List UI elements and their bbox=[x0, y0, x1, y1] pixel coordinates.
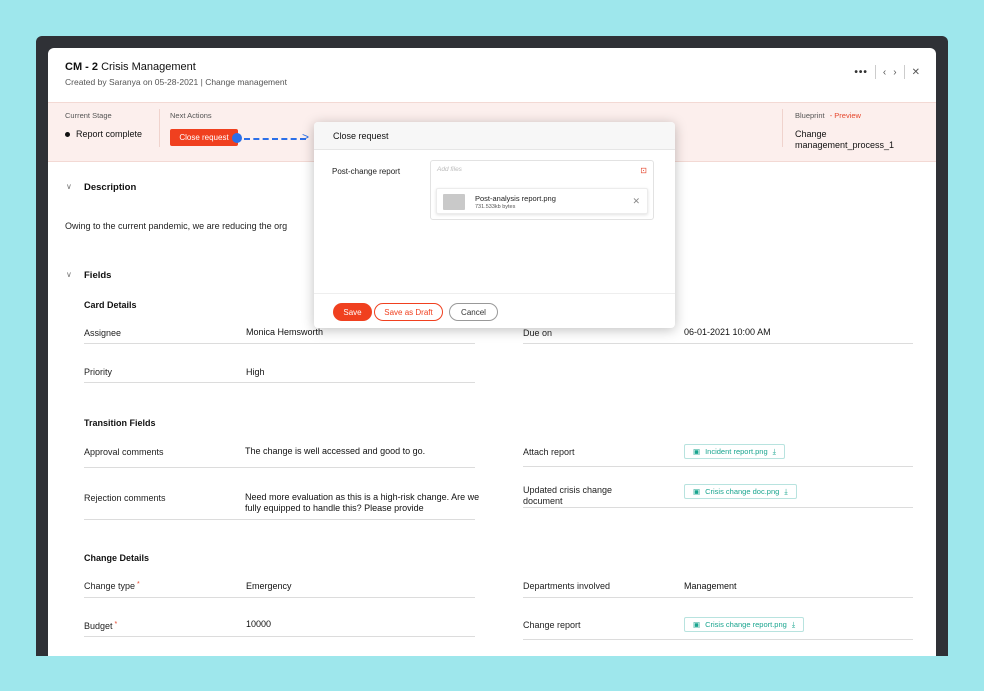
card-header: CM - 2 Crisis Management Created by Sara… bbox=[65, 61, 287, 87]
field-underline bbox=[84, 467, 475, 468]
previous-card-icon[interactable]: ‹ bbox=[883, 67, 886, 78]
add-files-placeholder[interactable]: Add files bbox=[437, 166, 462, 173]
field-underline bbox=[84, 519, 475, 520]
next-card-icon[interactable]: › bbox=[893, 67, 896, 78]
card-id: CM - 2 bbox=[65, 61, 98, 73]
approval-comments-label: Approval comments bbox=[84, 447, 164, 457]
required-mark: * bbox=[137, 581, 140, 588]
blueprint-preview-link[interactable]: - Preview bbox=[830, 111, 861, 120]
close-icon[interactable]: ✕ bbox=[912, 67, 920, 78]
change-details-title: Change Details bbox=[84, 553, 150, 563]
uploaded-file-size: 731.533kb bytes bbox=[475, 204, 516, 210]
close-request-dialog: Close request Post-change report Add fil… bbox=[314, 122, 675, 328]
upload-icon[interactable]: ⊡ bbox=[640, 166, 647, 175]
field-underline bbox=[84, 382, 475, 383]
transition-arrow-icon: > bbox=[302, 130, 310, 144]
approval-comments-value[interactable]: The change is well accessed and good to … bbox=[245, 446, 425, 457]
change-type-value[interactable]: Emergency bbox=[246, 581, 292, 592]
attach-report-file[interactable]: ▣ Incident report.png ⤓ bbox=[684, 444, 785, 459]
updated-crisis-doc-file[interactable]: ▣ Crisis change doc.png ⤓ bbox=[684, 484, 797, 499]
attach-report-label: Attach report bbox=[523, 447, 575, 457]
fields-title: Fields bbox=[84, 270, 112, 281]
cancel-button[interactable]: Cancel bbox=[449, 303, 498, 321]
stage-dot-icon bbox=[65, 131, 70, 137]
field-underline bbox=[523, 507, 913, 508]
close-request-button[interactable]: Close request bbox=[170, 129, 238, 146]
blueprint-name: Change management_process_1 bbox=[795, 129, 895, 150]
change-report-label: Change report bbox=[523, 620, 581, 630]
field-underline bbox=[84, 343, 475, 344]
assignee-value[interactable]: Monica Hemsworth bbox=[246, 327, 323, 338]
description-collapse-icon[interactable]: ∨ bbox=[66, 182, 72, 191]
required-mark: * bbox=[114, 621, 118, 628]
current-stage-label: Current Stage bbox=[65, 111, 112, 120]
card-details-title: Card Details bbox=[84, 300, 137, 310]
due-on-value[interactable]: 06-01-2021 10:00 AM bbox=[684, 327, 771, 338]
header-actions: ••• ‹ › ✕ bbox=[854, 65, 920, 79]
dialog-title: Close request bbox=[314, 122, 675, 150]
card-title: CM - 2 Crisis Management bbox=[65, 61, 287, 73]
current-stage-text: Report complete bbox=[76, 129, 143, 139]
download-icon[interactable]: ⤓ bbox=[792, 620, 795, 630]
description-text: Owing to the current pandemic, we are re… bbox=[65, 221, 288, 231]
departments-value[interactable]: Management bbox=[684, 581, 737, 592]
change-report-filename: Crisis change report.png bbox=[705, 620, 787, 629]
assignee-label: Assignee bbox=[84, 328, 122, 338]
card-subtitle: Created by Saranya on 05-28-2021 | Chang… bbox=[65, 77, 287, 87]
save-button[interactable]: Save bbox=[333, 303, 372, 321]
file-icon: ▣ bbox=[693, 620, 701, 629]
departments-label: Departments involved bbox=[523, 581, 611, 591]
change-type-label: Change type * bbox=[84, 581, 140, 591]
uploaded-file-name: Post-analysis report.png bbox=[475, 194, 556, 203]
updated-crisis-doc-label: Updated crisis change document bbox=[523, 485, 613, 506]
priority-value[interactable]: High bbox=[246, 367, 265, 378]
post-change-report-label: Post-change report bbox=[332, 167, 401, 176]
current-stage: Current Stage Report complete bbox=[65, 111, 142, 139]
more-options-icon[interactable]: ••• bbox=[854, 67, 868, 78]
next-actions-label: Next Actions bbox=[170, 111, 212, 120]
stage-divider bbox=[782, 109, 783, 147]
file-icon: ▣ bbox=[693, 487, 701, 496]
file-icon: ▣ bbox=[693, 447, 701, 456]
field-underline bbox=[523, 466, 913, 467]
transition-connector bbox=[244, 138, 306, 140]
download-icon[interactable]: ⤓ bbox=[773, 447, 776, 457]
rejection-comments-value[interactable]: Need more evaluation as this is a high-r… bbox=[245, 492, 481, 514]
field-underline bbox=[84, 636, 475, 637]
field-underline bbox=[523, 343, 913, 344]
budget-label: Budget * bbox=[84, 621, 118, 631]
rejection-comments-label: Rejection comments bbox=[84, 493, 166, 503]
header-divider bbox=[874, 65, 876, 79]
blueprint-label: Blueprint bbox=[795, 111, 825, 120]
current-stage-value: Report complete bbox=[65, 129, 142, 139]
save-as-draft-button[interactable]: Save as Draft bbox=[374, 303, 443, 321]
file-thumbnail-icon bbox=[443, 194, 465, 210]
field-underline bbox=[84, 597, 475, 598]
card-name: Crisis Management bbox=[101, 61, 196, 73]
change-report-file[interactable]: ▣ Crisis change report.png ⤓ bbox=[684, 617, 805, 632]
remove-file-icon[interactable]: ✕ bbox=[632, 196, 640, 207]
uploaded-file-card: Post-analysis report.png 731.533kb bytes… bbox=[436, 188, 648, 214]
transition-handle-icon[interactable] bbox=[232, 133, 242, 143]
due-on-label: Due on bbox=[523, 328, 553, 338]
dialog-footer: Save Save as Draft Cancel bbox=[314, 293, 675, 328]
budget-value[interactable]: 10000 bbox=[246, 619, 271, 630]
stage-divider bbox=[159, 109, 160, 147]
attach-report-filename: Incident report.png bbox=[705, 447, 768, 456]
field-underline bbox=[523, 597, 913, 598]
header-divider bbox=[903, 65, 905, 79]
transition-fields-title: Transition Fields bbox=[84, 418, 156, 428]
updated-crisis-doc-filename: Crisis change doc.png bbox=[705, 487, 780, 496]
download-icon[interactable]: ⤓ bbox=[784, 487, 787, 497]
priority-label: Priority bbox=[84, 367, 113, 377]
field-underline bbox=[523, 639, 913, 640]
file-upload-field[interactable]: Add files ⊡ Post-analysis report.png 731… bbox=[430, 160, 654, 220]
blueprint-info: Blueprint - Preview Change management_pr… bbox=[795, 111, 905, 151]
description-title: Description bbox=[84, 182, 137, 193]
fields-collapse-icon[interactable]: ∨ bbox=[66, 270, 72, 279]
